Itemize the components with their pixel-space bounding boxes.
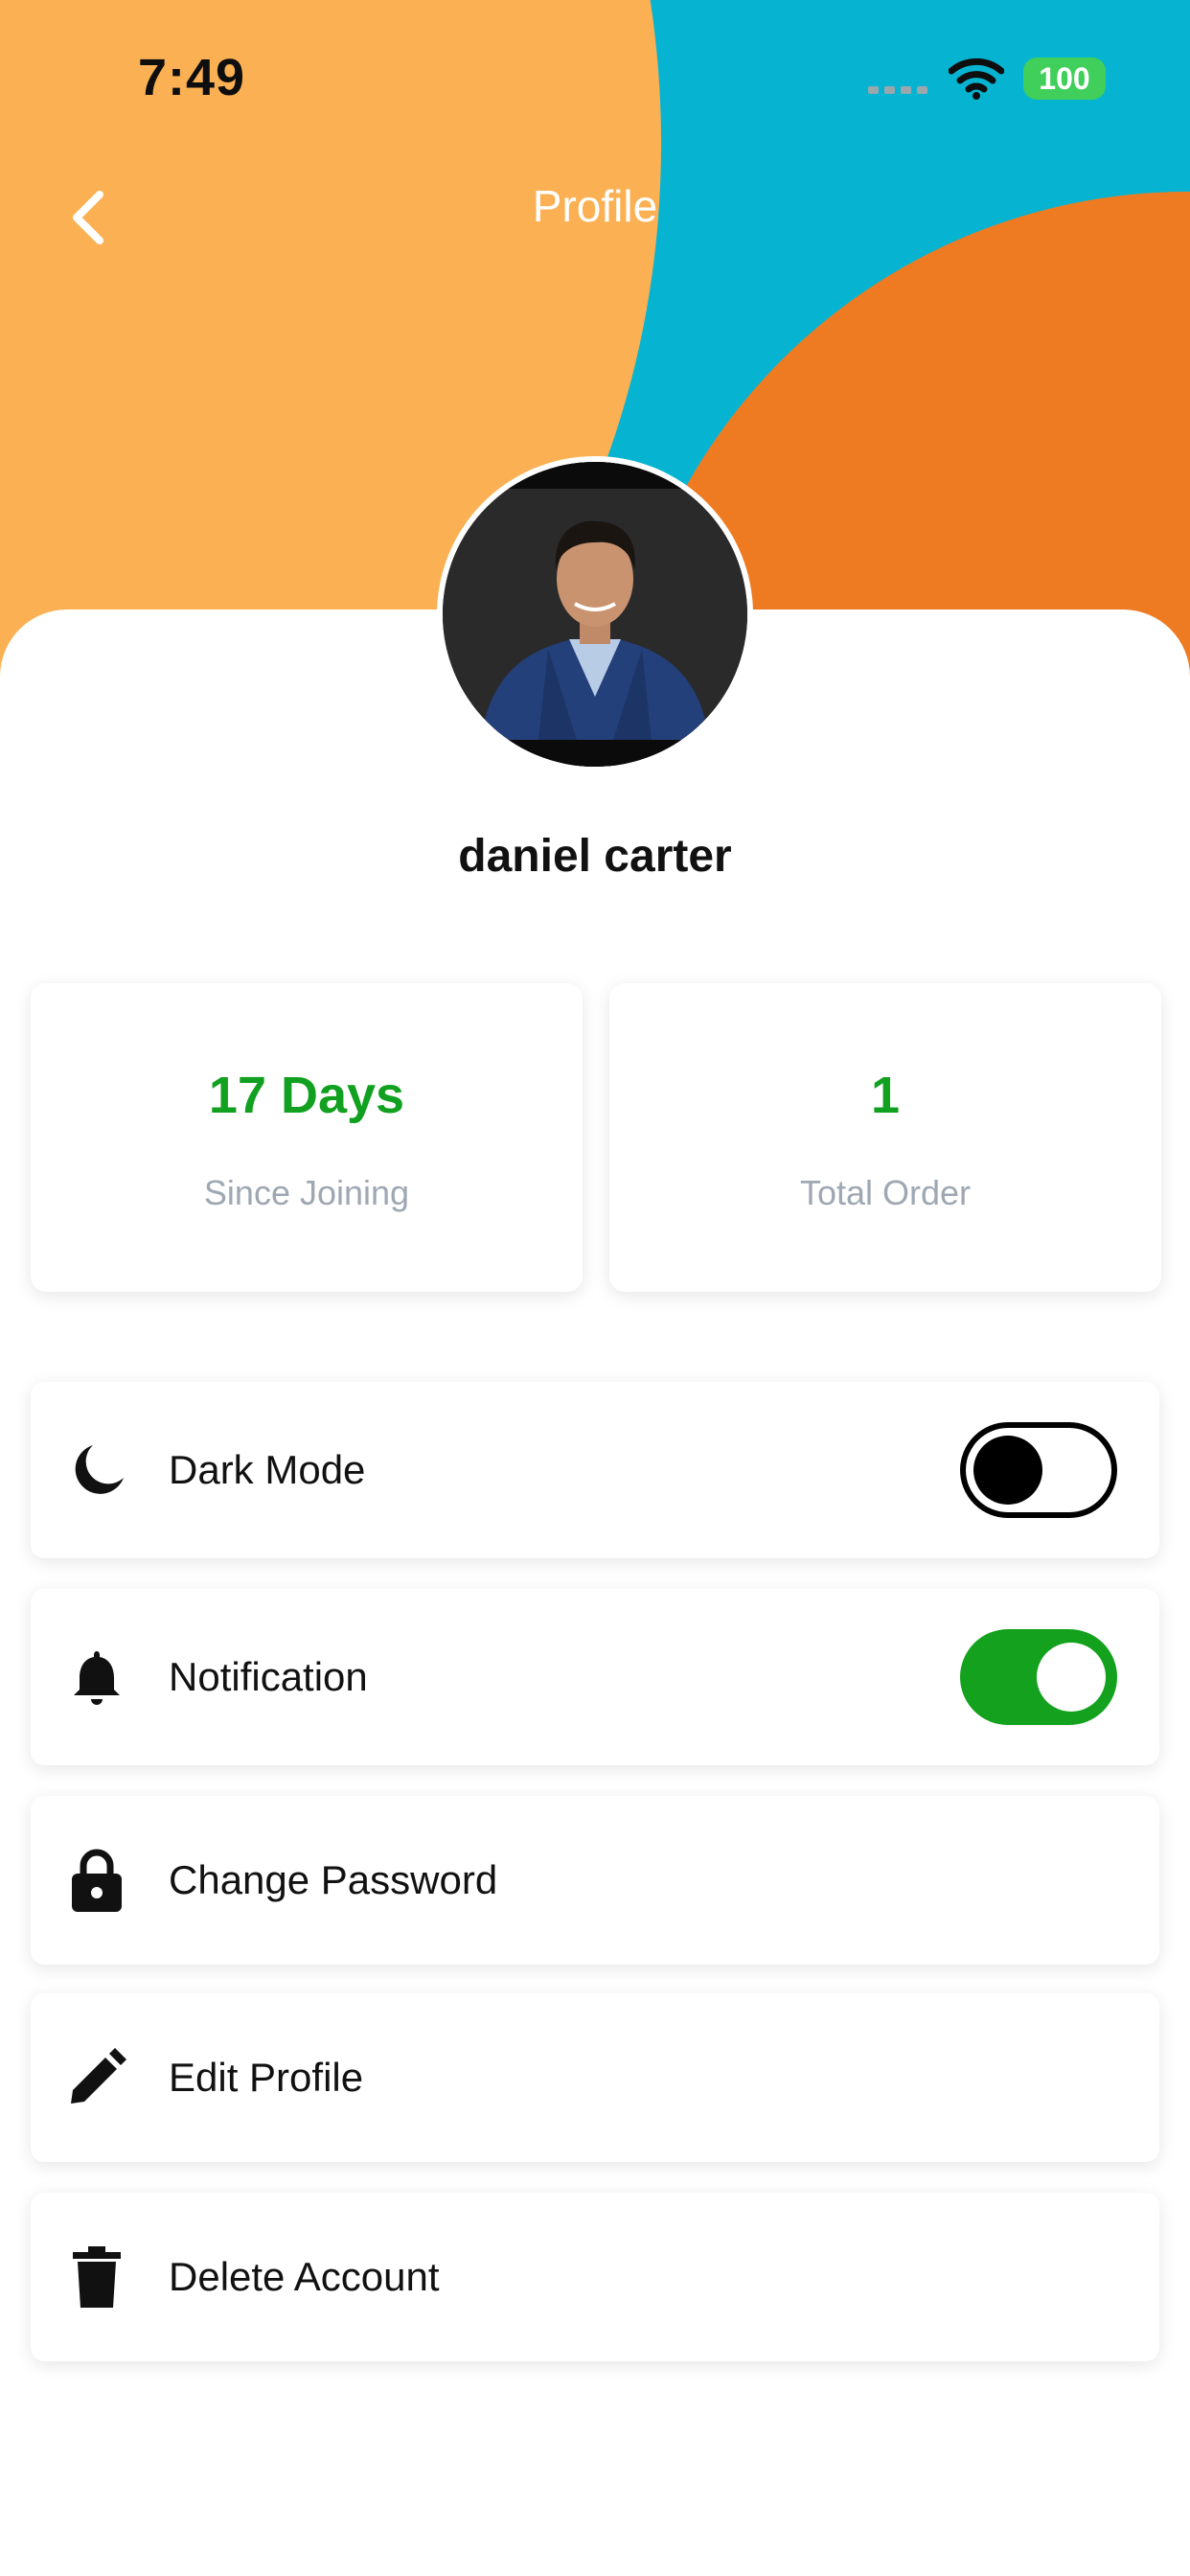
toggle-knob (973, 1436, 1042, 1505)
stat-value: 1 (870, 1067, 901, 1124)
status-time: 7:49 (138, 49, 246, 106)
stat-card-days: 17 Days Since Joining (31, 983, 583, 1292)
menu-label: Dark Mode (169, 1447, 366, 1492)
stat-label: Since Joining (203, 1173, 410, 1212)
stat-label: Total Order (799, 1173, 972, 1212)
menu-item-delete-account[interactable]: Delete Account (31, 2193, 1159, 2361)
menu-item-dark-mode[interactable]: Dark Mode (31, 1382, 1159, 1558)
avatar[interactable] (437, 456, 753, 772)
menu-label: Change Password (169, 1857, 498, 1902)
menu-label: Edit Profile (169, 2055, 364, 2100)
battery-indicator: 100 (1023, 58, 1106, 100)
pencil-icon (67, 2048, 126, 2107)
trash-icon (67, 2246, 126, 2308)
menu-label: Delete Account (169, 2254, 440, 2299)
user-name: daniel carter (458, 831, 732, 882)
menu-item-edit-profile[interactable]: Edit Profile (31, 1993, 1159, 2162)
bell-icon (67, 1647, 126, 1707)
moon-icon (67, 1440, 126, 1500)
avatar-photo (443, 462, 747, 767)
menu-label: Notification (169, 1654, 368, 1699)
menu-item-change-password[interactable]: Change Password (31, 1796, 1159, 1965)
status-bar: 7:49 100 (0, 0, 1190, 158)
dark-mode-toggle[interactable] (960, 1422, 1117, 1518)
wifi-icon (949, 58, 1004, 100)
page-title: Profile (532, 181, 658, 231)
lock-icon (67, 1849, 126, 1912)
toggle-knob (1037, 1643, 1106, 1712)
notification-toggle[interactable] (960, 1629, 1117, 1725)
stat-card-orders[interactable]: 1 Total Order (609, 983, 1161, 1292)
stat-value: 17 Days (208, 1067, 405, 1124)
cellular-signal-icon (868, 86, 927, 94)
menu-item-notification[interactable]: Notification (31, 1589, 1159, 1765)
